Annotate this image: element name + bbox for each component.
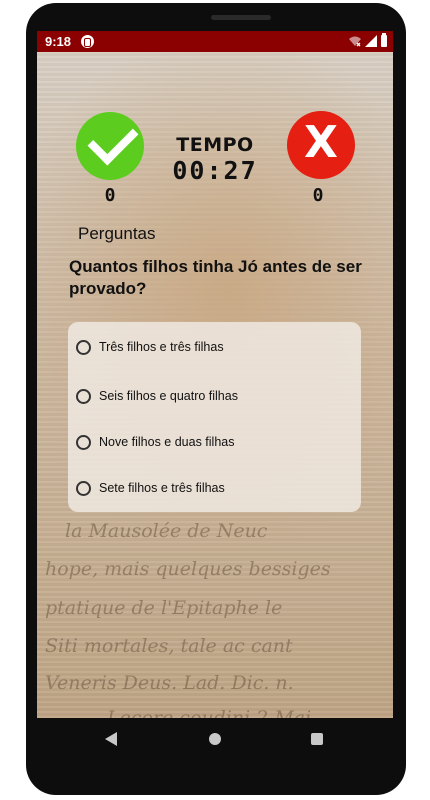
- back-icon[interactable]: [105, 732, 117, 746]
- radio-button-icon[interactable]: [76, 480, 91, 496]
- signal-icon: [365, 35, 377, 47]
- background-script-line: ptatique de l'Epitaphe le: [45, 597, 283, 619]
- quiz-screen: la Mausolée de Neuc hope, mais quelques …: [37, 52, 393, 718]
- answer-options-card: Três filhos e três filhas Seis filhos e …: [68, 322, 361, 512]
- correct-count: 0: [104, 185, 116, 206]
- correct-score-badge: [76, 112, 144, 180]
- timer-value: 00:27: [172, 156, 258, 185]
- answer-option-label: Seis filhos e quatro filhas: [99, 389, 238, 403]
- x-icon: X: [304, 117, 338, 168]
- check-icon: [87, 114, 139, 166]
- status-bar: 9:18: [37, 31, 393, 52]
- answer-option[interactable]: Três filhos e três filhas: [76, 334, 346, 360]
- recent-apps-icon[interactable]: [311, 733, 323, 745]
- answer-option[interactable]: Seis filhos e quatro filhas: [76, 383, 346, 409]
- background-script-line: Veneris Deus. Lad. Dic. n.: [45, 672, 294, 694]
- speaker-grille: [211, 15, 271, 20]
- status-time: 9:18: [45, 34, 72, 49]
- radio-button-icon[interactable]: [76, 434, 91, 450]
- answer-option-label: Três filhos e três filhas: [99, 340, 224, 354]
- navigation-bar: [37, 718, 393, 762]
- answer-option-label: Nove filhos e duas filhas: [99, 435, 235, 449]
- wrong-count: 0: [312, 185, 324, 206]
- background-script-line: Siti mortales, tale ac cant: [45, 635, 293, 657]
- question-text: Quantos filhos tinha Jó antes de ser pro…: [69, 257, 362, 298]
- background-script-line: Lecore coudini 2 Mai: [107, 707, 312, 718]
- screen: 9:18 la Mausolée de Neuc hope, mais quel…: [37, 31, 393, 718]
- home-icon[interactable]: [209, 733, 221, 745]
- radio-button-icon[interactable]: [76, 388, 91, 404]
- answer-option[interactable]: Nove filhos e duas filhas: [76, 429, 346, 455]
- app-notification-icon: [81, 35, 94, 48]
- battery-icon: [381, 33, 387, 47]
- answer-option[interactable]: Sete filhos e três filhas: [76, 475, 346, 501]
- background-script-line: hope, mais quelques bessiges: [45, 558, 331, 580]
- radio-button-icon[interactable]: [76, 339, 91, 355]
- section-title: Perguntas: [78, 224, 156, 243]
- answer-option-label: Sete filhos e três filhas: [99, 481, 225, 495]
- status-icons: [349, 33, 387, 47]
- timer-label: TEMPO: [176, 134, 254, 156]
- background-script-line: la Mausolée de Neuc: [65, 520, 268, 542]
- wrong-score-badge: X: [287, 111, 355, 179]
- wifi-icon: [349, 36, 361, 47]
